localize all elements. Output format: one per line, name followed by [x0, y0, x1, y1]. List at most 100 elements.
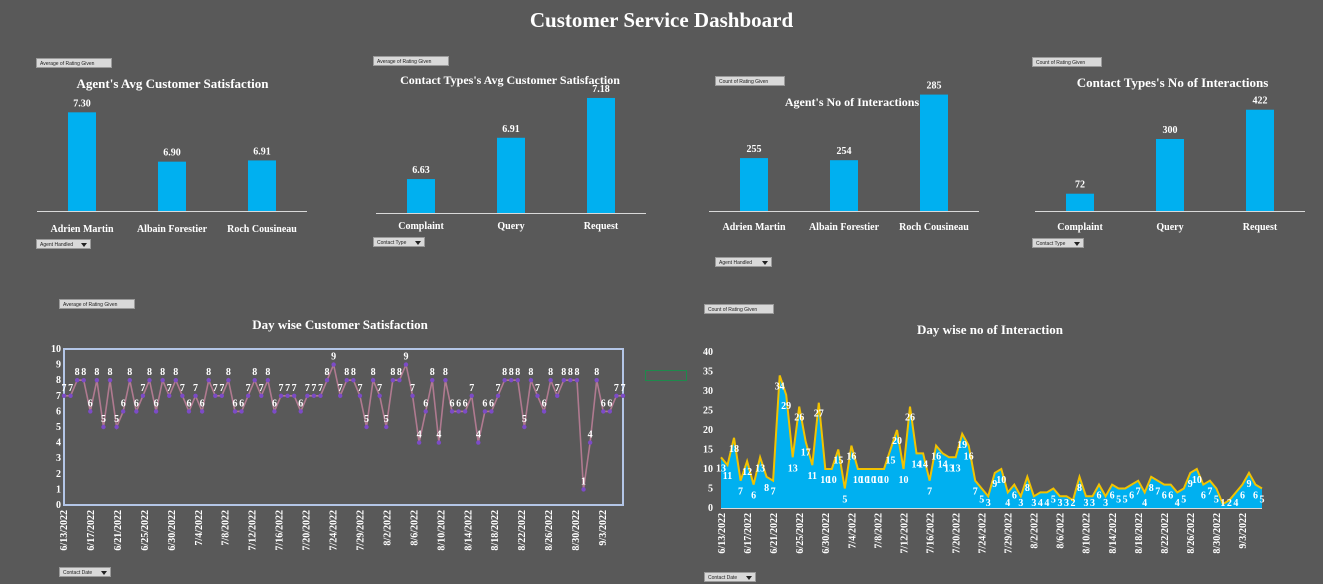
c5-data-label: 8 — [574, 367, 579, 378]
c6-data-label: 9 — [1246, 479, 1251, 490]
c6-data-label: 27 — [814, 409, 824, 420]
c5-data-label: 8 — [443, 367, 448, 378]
c5-point — [370, 378, 376, 383]
c5-data-label: 6 — [121, 398, 126, 409]
c5-point — [581, 487, 586, 492]
c5-data-label: 8 — [325, 367, 330, 378]
c6-y-tick-label: 5 — [708, 484, 713, 495]
c6-data-label: 13 — [755, 463, 765, 474]
c5-data-label: 6 — [154, 398, 159, 409]
c6-data-label: 3 — [1084, 498, 1089, 509]
c6-y-tick-label: 30 — [703, 386, 713, 397]
c6-data-label: 20 — [892, 436, 902, 447]
c6-data-label: 19 — [957, 440, 967, 451]
c5-point — [587, 440, 593, 445]
c5-data-label: 7 — [469, 383, 474, 394]
c6-data-label: 13 — [951, 463, 961, 474]
c6-x-tick-label: 7/24/2022 — [978, 513, 989, 554]
c5-data-label: 8 — [147, 367, 152, 378]
c5-point — [561, 378, 567, 383]
c5-point — [291, 393, 297, 398]
c5-point — [555, 393, 560, 398]
c5-data-label: 6 — [542, 398, 547, 409]
c6-data-label: 7 — [927, 487, 932, 498]
c6-data-label: 4 — [1005, 498, 1010, 509]
c5-data-label: 8 — [206, 367, 211, 378]
c6-data-label: 4 — [1142, 498, 1147, 509]
c5-data-label: 8 — [502, 367, 507, 378]
c5-point — [285, 393, 290, 398]
c5-data-label: 8 — [351, 367, 356, 378]
c5-point — [344, 378, 349, 383]
c6-data-label: 7 — [973, 487, 978, 498]
c3-data-label: 255 — [747, 144, 762, 155]
c5-data-label: 5 — [522, 414, 527, 425]
c5-point — [206, 378, 211, 383]
c5-point — [430, 378, 435, 383]
c5-data-label: 4 — [417, 430, 422, 441]
c6-x-tick-label: 8/6/2022 — [1056, 513, 1067, 549]
c3-data-label: 285 — [927, 81, 942, 92]
c6-x-tick-label: 8/22/2022 — [1160, 513, 1171, 554]
c6-data-label: 4 — [1175, 498, 1180, 509]
c6-data-label: 3 — [1018, 498, 1023, 509]
c5-data-label: 7 — [377, 383, 382, 394]
c5-point — [436, 440, 442, 445]
c5-data-label: 6 — [200, 398, 205, 409]
c6-data-label: 6 — [1097, 491, 1102, 502]
c6-data-label: 7 — [771, 487, 776, 498]
c5-point — [88, 409, 93, 414]
c5-data-label: 5 — [114, 414, 119, 425]
c6-data-label: 5 — [1214, 495, 1219, 506]
c5-point — [74, 378, 80, 383]
c6-x-tick-label: 8/14/2022 — [1108, 513, 1119, 554]
c5-point — [416, 440, 422, 445]
c5-point — [173, 378, 178, 383]
c6-data-label: 16 — [846, 452, 856, 463]
c6-data-label: 4 — [1038, 498, 1043, 509]
c4-bar — [1066, 193, 1094, 211]
c5-data-label: 7 — [357, 383, 362, 394]
c5-data-label: 6 — [134, 398, 139, 409]
c5-point — [607, 409, 613, 414]
c5-point — [384, 424, 389, 430]
c5-data-label: 7 — [555, 383, 560, 394]
c5-point — [259, 393, 264, 398]
c4-data-label: 300 — [1163, 125, 1178, 136]
c6-data-label: 6 — [1201, 491, 1206, 502]
c5-point — [528, 378, 534, 383]
c6-data-label: 10 — [996, 475, 1006, 486]
c5-data-label: 8 — [568, 367, 573, 378]
c6-data-label: 8 — [1149, 483, 1154, 494]
c5-point — [134, 409, 139, 414]
c5-point — [568, 378, 573, 383]
c5-data-label: 8 — [397, 367, 402, 378]
c5-data-label: 6 — [88, 398, 93, 409]
c5-data-label: 7 — [621, 383, 626, 394]
c5-data-label: 8 — [390, 367, 395, 378]
c5-point — [456, 409, 461, 414]
c5-point — [239, 409, 244, 414]
c5-x-tick-label: 8/14/2022 — [463, 510, 474, 551]
c5-point — [364, 424, 369, 430]
c6-x-tick-label: 7/12/2022 — [899, 513, 910, 554]
c5-point — [265, 378, 271, 383]
c3-bar — [830, 160, 858, 211]
c6-data-label: 6 — [1253, 491, 1258, 502]
c5-x-tick-label: 8/22/2022 — [517, 510, 528, 551]
c3-category-label: Albain Forestier — [809, 222, 880, 233]
c5-point — [502, 378, 507, 383]
c5-y-tick-label: 8 — [56, 375, 61, 386]
c5-point — [324, 378, 330, 383]
c5-x-tick-label: 7/16/2022 — [275, 510, 286, 551]
c6-data-label: 3 — [1031, 498, 1036, 509]
c4-bar — [1246, 109, 1274, 211]
c6-data-label: 7 — [1207, 487, 1212, 498]
c5-point — [423, 409, 428, 414]
c5-point — [160, 378, 165, 383]
c5-point — [232, 409, 238, 414]
c5-data-label: 6 — [456, 398, 461, 409]
c6-data-label: 18 — [729, 444, 739, 455]
c5-point — [252, 378, 257, 383]
c5-point — [574, 378, 580, 383]
